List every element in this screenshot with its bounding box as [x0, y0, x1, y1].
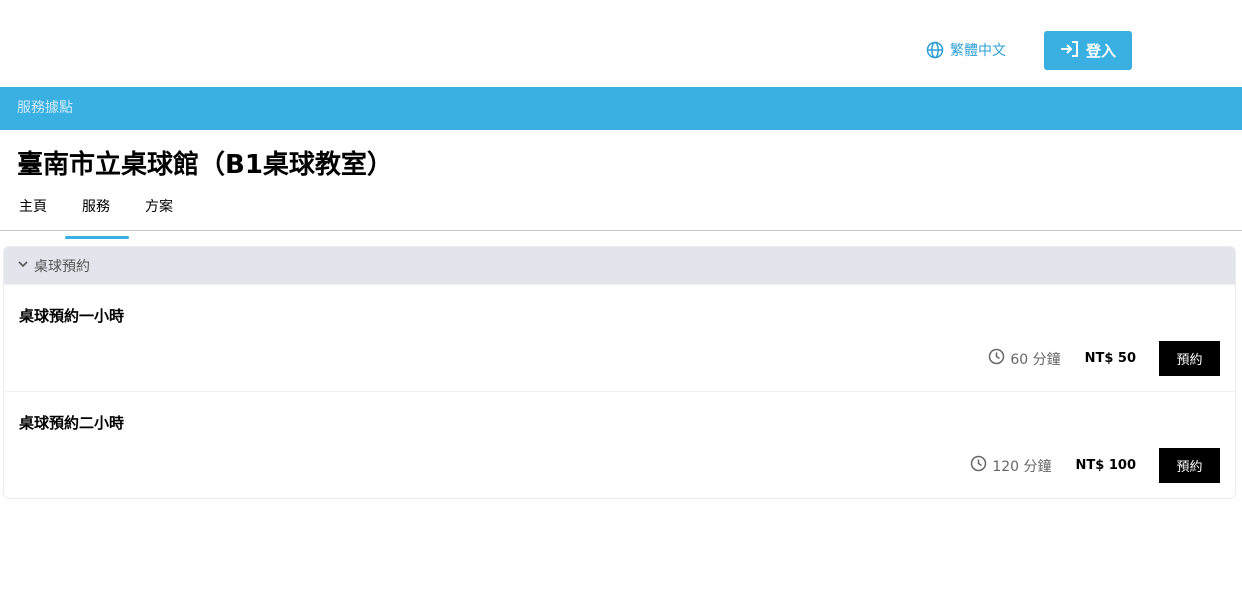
login-arrow-icon	[1060, 40, 1080, 62]
login-label: 登入	[1085, 42, 1116, 60]
service-price: NT$ 100	[1075, 458, 1136, 473]
top-bar: 繁體中文 登入	[0, 0, 1242, 87]
duration-label: 60 分鐘	[1010, 351, 1061, 368]
banner-label[interactable]: 服務據點	[17, 100, 73, 116]
tab-services[interactable]: 服務	[65, 194, 129, 239]
category-header[interactable]: 桌球預約	[4, 247, 1235, 284]
service-name: 桌球預約一小時	[19, 307, 125, 325]
login-button[interactable]: 登入	[1044, 31, 1132, 70]
service-duration: 120 分鐘	[970, 455, 1052, 476]
service-item: 桌球預約二小時 120 分鐘 NT$ 100 預約	[4, 391, 1235, 498]
book-button[interactable]: 預約	[1159, 341, 1220, 376]
breadcrumb-banner: 服務據點	[0, 87, 1242, 130]
service-meta: 60 分鐘 NT$ 50 預約	[988, 341, 1220, 376]
globe-icon	[926, 41, 944, 59]
clock-icon	[970, 455, 987, 476]
duration-label: 120 分鐘	[992, 458, 1052, 475]
language-switcher[interactable]: 繁體中文	[926, 40, 1006, 60]
tab-home[interactable]: 主頁	[19, 194, 64, 230]
page-title: 臺南市立桌球館（B1桌球教室）	[17, 150, 393, 180]
category-label: 桌球預約	[34, 258, 90, 275]
service-item: 桌球預約一小時 60 分鐘 NT$ 50 預約	[4, 284, 1235, 391]
book-button[interactable]: 預約	[1159, 448, 1220, 483]
language-label: 繁體中文	[950, 43, 1006, 59]
service-duration: 60 分鐘	[988, 348, 1061, 369]
service-name: 桌球預約二小時	[19, 414, 125, 432]
service-price: NT$ 50	[1084, 351, 1136, 366]
chevron-down-icon	[17, 258, 29, 274]
tab-bar: 主頁 服務 方案	[0, 194, 1242, 239]
service-meta: 120 分鐘 NT$ 100 預約	[970, 448, 1220, 483]
clock-icon	[988, 348, 1005, 369]
service-category-panel: 桌球預約 桌球預約一小時 60 分鐘 NT$ 50 預約 桌球預約二小時 120…	[3, 246, 1236, 499]
tab-plans[interactable]: 方案	[145, 194, 190, 230]
